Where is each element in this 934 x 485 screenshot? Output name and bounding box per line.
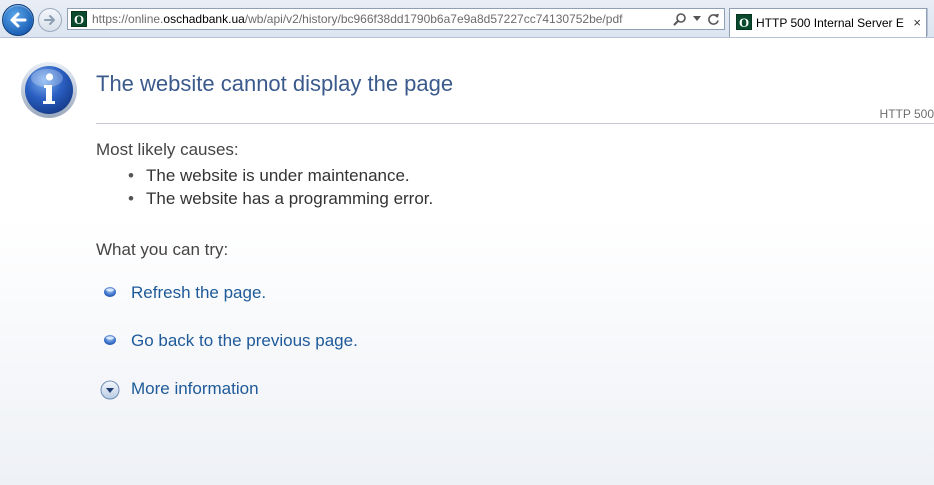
causes-heading: Most likely causes: <box>96 140 239 159</box>
search-icon <box>673 13 686 26</box>
causes-list: The website is under maintenance. The we… <box>128 164 433 210</box>
search-dropdown[interactable] <box>693 16 701 22</box>
tab-http-500[interactable]: O HTTP 500 Internal Server Er... × <box>729 8 927 37</box>
new-tab-button[interactable] <box>927 8 934 36</box>
refresh-icon <box>708 13 719 25</box>
error-page: The website cannot display the page HTTP… <box>0 38 934 485</box>
go-back-action[interactable]: Go back to the previous page. <box>100 329 358 353</box>
forward-arrow-icon <box>44 15 55 25</box>
expand-chevron-icon[interactable] <box>100 380 120 400</box>
info-icon <box>21 62 77 118</box>
url-prefix: https://online. <box>92 12 164 26</box>
cause-item: The website has a programming error. <box>128 187 433 210</box>
blue-bullet-icon <box>100 333 120 349</box>
go-back-link[interactable]: Go back to the previous page. <box>131 331 358 351</box>
more-information-action[interactable]: More information <box>100 377 259 401</box>
url-path: /wb/api/v2/history/bc966f38dd1790b6a7e9a… <box>244 12 623 26</box>
back-arrow-icon <box>10 12 27 28</box>
search-button[interactable] <box>673 12 687 26</box>
site-favicon-icon: O <box>71 11 87 27</box>
page-title: The website cannot display the page <box>96 71 454 96</box>
more-information-link[interactable]: More information <box>131 379 259 399</box>
title-divider <box>96 123 934 124</box>
cause-item: The website is under maintenance. <box>128 164 433 187</box>
blue-bullet-icon <box>100 285 120 301</box>
tab-title: HTTP 500 Internal Server Er... <box>756 16 904 30</box>
refresh-action[interactable]: Refresh the page. <box>100 281 266 305</box>
url-text[interactable]: https://online.oschadbank.ua/wb/api/v2/h… <box>92 12 622 26</box>
address-bar[interactable]: O https://online.oschadbank.ua/wb/api/v2… <box>67 8 725 30</box>
browser-toolbar: O https://online.oschadbank.ua/wb/api/v2… <box>0 0 934 38</box>
refresh-link[interactable]: Refresh the page. <box>131 283 266 303</box>
try-heading: What you can try: <box>96 240 229 259</box>
refresh-button[interactable] <box>707 13 720 26</box>
back-button[interactable] <box>2 4 34 36</box>
url-domain: oschadbank.ua <box>163 12 245 26</box>
tab-favicon-icon: O <box>736 14 752 30</box>
forward-button[interactable] <box>38 8 62 32</box>
http-status-code: HTTP 500 <box>879 107 934 121</box>
tab-close-button[interactable]: × <box>913 16 921 29</box>
chevron-down-icon <box>693 16 701 21</box>
